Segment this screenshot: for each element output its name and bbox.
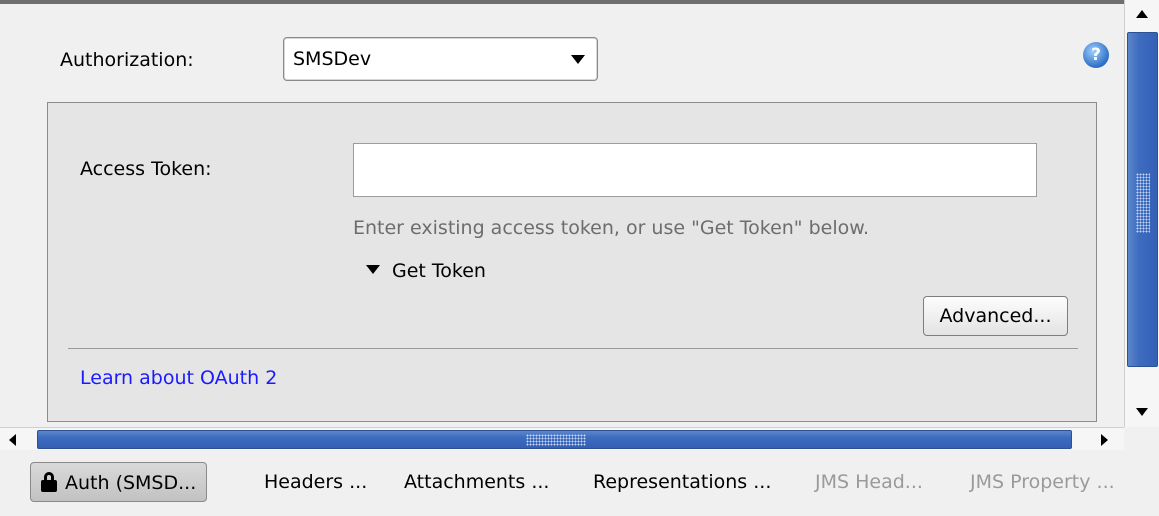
arrow-left-icon[interactable] bbox=[9, 434, 16, 446]
expand-triangle-icon bbox=[366, 265, 380, 274]
authorization-select[interactable]: SMSDev bbox=[283, 37, 598, 81]
separator bbox=[68, 348, 1078, 349]
arrow-up-icon bbox=[1136, 10, 1148, 18]
tab-headers[interactable]: Headers ... bbox=[264, 462, 367, 502]
tab-label: JMS Head... bbox=[815, 471, 923, 493]
access-token-label: Access Token: bbox=[80, 158, 212, 180]
lock-icon bbox=[41, 471, 57, 492]
tab-auth[interactable]: Auth (SMSD... bbox=[30, 462, 208, 502]
tab-jms-property: JMS Property ... bbox=[970, 462, 1115, 502]
tab-label: Headers ... bbox=[264, 471, 368, 493]
oauth-group: Access Token: Enter existing access toke… bbox=[47, 102, 1097, 422]
chevron-down-icon bbox=[571, 55, 585, 64]
help-icon[interactable]: ? bbox=[1083, 42, 1109, 68]
tab-bar: Auth (SMSD... Headers ... Attachments ..… bbox=[0, 450, 1159, 516]
access-token-hint: Enter existing access token, or use "Get… bbox=[353, 217, 870, 239]
tab-label: Representations ... bbox=[593, 471, 772, 493]
get-token-toggle[interactable]: Get Token bbox=[366, 260, 486, 282]
access-token-input[interactable] bbox=[353, 143, 1037, 197]
vertical-scroll-thumb[interactable] bbox=[1127, 32, 1158, 367]
grip-icon bbox=[526, 434, 586, 446]
authorization-selected-value: SMSDev bbox=[293, 48, 372, 70]
arrow-down-icon bbox=[1136, 408, 1148, 416]
grip-icon bbox=[1136, 173, 1150, 233]
vertical-scrollbar[interactable] bbox=[1124, 0, 1159, 427]
tab-representations[interactable]: Representations ... bbox=[593, 462, 771, 502]
learn-oauth-link[interactable]: Learn about OAuth 2 bbox=[80, 367, 277, 389]
tab-label: JMS Property ... bbox=[970, 471, 1115, 493]
tab-label: Attachments ... bbox=[404, 471, 550, 493]
horizontal-scrollbar[interactable] bbox=[0, 427, 1124, 451]
tab-label: Auth (SMSD... bbox=[65, 472, 197, 494]
scroll-down-button[interactable] bbox=[1125, 397, 1159, 427]
tab-attachments[interactable]: Attachments ... bbox=[404, 462, 549, 502]
horizontal-scroll-thumb[interactable] bbox=[37, 430, 1072, 449]
arrow-right-icon[interactable] bbox=[1101, 434, 1108, 446]
scroll-up-button[interactable] bbox=[1125, 0, 1159, 30]
authorization-label: Authorization: bbox=[60, 49, 194, 71]
get-token-label: Get Token bbox=[392, 260, 486, 282]
auth-panel: Authorization: SMSDev ? Access Token: En… bbox=[0, 4, 1124, 427]
scroll-corner bbox=[1124, 427, 1159, 450]
advanced-button[interactable]: Advanced... bbox=[923, 296, 1068, 336]
tab-jms-headers: JMS Head... bbox=[815, 462, 923, 502]
